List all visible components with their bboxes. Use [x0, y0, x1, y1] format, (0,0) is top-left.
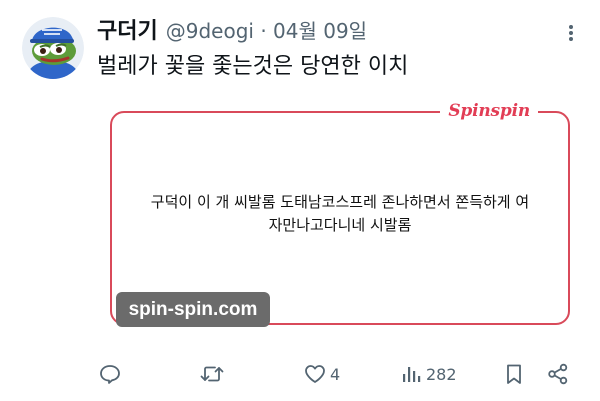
tweet-action-bar: 4 282 — [0, 360, 600, 388]
more-options-button[interactable] — [560, 22, 582, 44]
card-text-line-1: 구덕이 이 개 씨발롬 도태남코스프레 존나하면서 쫀득하게 여 — [150, 193, 530, 211]
bookmark-button[interactable] — [503, 360, 525, 388]
tweet-text: 벌레가 꽃을 좇는것은 당연한 이치 — [97, 54, 409, 79]
retweet-icon — [200, 366, 224, 382]
avatar[interactable] — [22, 17, 84, 79]
like-count: 4 — [330, 364, 341, 384]
views-icon — [403, 367, 421, 382]
separator: · — [260, 18, 267, 43]
bookmark-icon — [507, 364, 521, 384]
tweet-date[interactable]: 04월 09일 — [273, 19, 367, 43]
pepe-avatar-icon — [22, 17, 84, 79]
views-button[interactable]: 282 — [401, 360, 457, 388]
share-button[interactable] — [546, 360, 570, 388]
retweet-button[interactable] — [199, 360, 225, 388]
card-text: 구덕이 이 개 씨발롬 도태남코스프레 존나하면서 쫀득하게 여 자만나고다니네… — [112, 191, 568, 237]
watermark: spin-spin.com — [116, 292, 270, 327]
views-count: 282 — [426, 364, 457, 384]
heart-icon — [305, 365, 325, 383]
reply-button[interactable] — [98, 360, 122, 388]
display-name[interactable]: 구더기 — [97, 13, 158, 45]
user-handle[interactable]: @9deogi — [166, 19, 254, 43]
card-text-line-2: 자만나고다니네 시발롬 — [268, 216, 412, 234]
spinspin-logo: Spinspin — [440, 101, 538, 121]
tweet-header: 구더기 @9deogi · 04월 09일 — [97, 13, 367, 45]
handle-line: @9deogi · 04월 09일 — [166, 15, 367, 44]
like-button[interactable]: 4 — [303, 360, 340, 388]
share-icon — [548, 363, 568, 385]
more-dots-icon — [569, 25, 573, 41]
reply-icon — [100, 365, 120, 384]
